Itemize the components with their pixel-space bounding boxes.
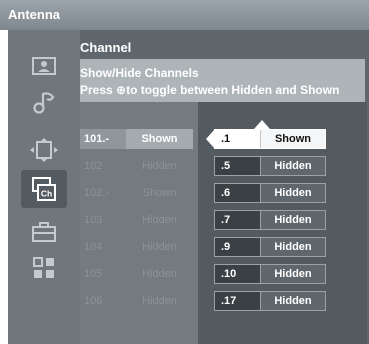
channel-status: Shown — [142, 187, 177, 199]
sidebar-item-picture[interactable] — [25, 52, 63, 80]
menu-sidebar: Ch — [8, 30, 80, 344]
channel-row-selected[interactable]: 101.- Shown — [80, 129, 193, 149]
channel-status: Hidden — [142, 268, 177, 280]
channel-status: Hidden — [142, 214, 177, 226]
subchannel-number: .6 — [215, 184, 261, 202]
channel-number: 106 — [84, 295, 103, 307]
info-text-after: to toggle between Hidden and Shown — [126, 83, 340, 97]
screen-format-icon — [30, 138, 58, 162]
subchannel-row[interactable]: .10 Hidden — [214, 264, 326, 284]
sound-icon — [33, 92, 55, 114]
focus-arrow-indicator — [206, 129, 215, 149]
sidebar-item-setup[interactable] — [25, 218, 63, 246]
channel-row[interactable]: 103 Hidden — [80, 210, 193, 230]
channel-status: Shown — [126, 129, 193, 149]
channel-number: 101.- — [80, 129, 126, 149]
subchannel-row[interactable]: .5 Hidden — [214, 156, 326, 176]
channel-list: 101.- Shown 102 Hidden 102.- Shown 103 H… — [80, 102, 198, 344]
title-bar: Antenna — [0, 0, 369, 30]
page-title: Channel — [80, 40, 132, 55]
channel-number: 103 — [84, 214, 103, 226]
ok-button-icon: ⊕ — [116, 83, 127, 97]
subchannel-row[interactable]: .6 Hidden — [214, 183, 326, 203]
subchannel-row[interactable]: .9 Hidden — [214, 237, 326, 257]
subchannel-status: Hidden — [261, 211, 325, 229]
subchannel-number: .17 — [215, 292, 261, 310]
subchannel-row[interactable]: .17 Hidden — [214, 291, 326, 311]
subchannel-number: .9 — [215, 238, 261, 256]
channel-status: Hidden — [142, 160, 177, 172]
sidebar-item-sound[interactable] — [25, 88, 63, 116]
info-title: Show/Hide Channels — [80, 66, 199, 80]
channel-row[interactable]: 105 Hidden — [80, 264, 193, 284]
subchannel-row[interactable]: .7 Hidden — [214, 210, 326, 230]
window-title: Antenna — [8, 7, 60, 22]
subchannel-status: Hidden — [261, 157, 325, 175]
subchannel-status: Shown — [261, 130, 325, 148]
channel-list-icon: Ch — [32, 177, 56, 201]
channel-number: 105 — [84, 268, 103, 280]
subchannel-number: .7 — [215, 211, 261, 229]
subchannel-status: Hidden — [261, 238, 325, 256]
channel-row[interactable]: 104 Hidden — [80, 237, 193, 257]
subchannel-list: .1 Shown .5 Hidden .6 Hidden .7 Hidden .… — [198, 102, 367, 344]
channel-row[interactable]: 102 Hidden — [80, 156, 193, 176]
channel-row[interactable]: 106 Hidden — [80, 291, 193, 311]
panel-heading: Channel — [80, 30, 369, 59]
sidebar-item-features[interactable] — [25, 254, 63, 282]
subchannel-number: .5 — [215, 157, 261, 175]
toolbox-icon — [32, 222, 56, 242]
channel-number: 102 — [84, 160, 103, 172]
info-text-before: Press — [80, 83, 117, 97]
sidebar-item-screen-format[interactable] — [25, 136, 63, 164]
subchannel-status: Hidden — [261, 184, 325, 202]
channel-panel: Channel Show/Hide Channels Press ⊕to tog… — [80, 30, 369, 344]
grid-icon — [33, 257, 54, 278]
subchannel-number: .1 — [215, 130, 261, 148]
info-box: Show/Hide Channels Press ⊕to toggle betw… — [80, 59, 365, 102]
channel-number: 102.- — [84, 187, 110, 199]
channel-icon-badge: Ch — [41, 189, 52, 199]
sidebar-item-channel[interactable]: Ch — [21, 170, 67, 208]
subchannel-row-focused[interactable]: .1 Shown — [206, 129, 326, 149]
tv-menu-window: Antenna Ch Channel Show/Hide Channels Pr… — [0, 0, 369, 344]
channel-row[interactable]: 102.- Shown — [80, 183, 193, 203]
channel-status: Hidden — [142, 241, 177, 253]
info-instructions: Press ⊕to toggle between Hidden and Show… — [80, 83, 339, 97]
subchannel-status: Hidden — [261, 265, 325, 283]
picture-icon — [32, 57, 56, 75]
focus-notch-indicator — [254, 120, 270, 129]
subchannel-status: Hidden — [261, 292, 325, 310]
channel-number: 104 — [84, 241, 103, 253]
subchannel-number: .10 — [215, 265, 261, 283]
channel-status: Hidden — [142, 295, 177, 307]
